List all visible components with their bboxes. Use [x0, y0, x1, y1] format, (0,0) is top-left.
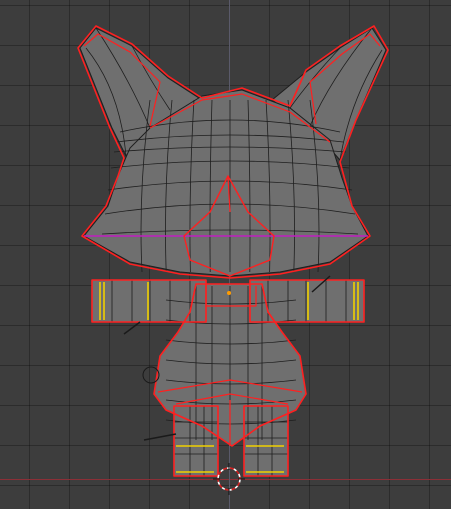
3d-viewport[interactable] [0, 0, 451, 509]
bone-handle-left-arm [123, 321, 141, 335]
origin-dot [227, 291, 231, 295]
bone-handle-left-foot [143, 433, 177, 441]
model-scene[interactable] [0, 0, 451, 509]
